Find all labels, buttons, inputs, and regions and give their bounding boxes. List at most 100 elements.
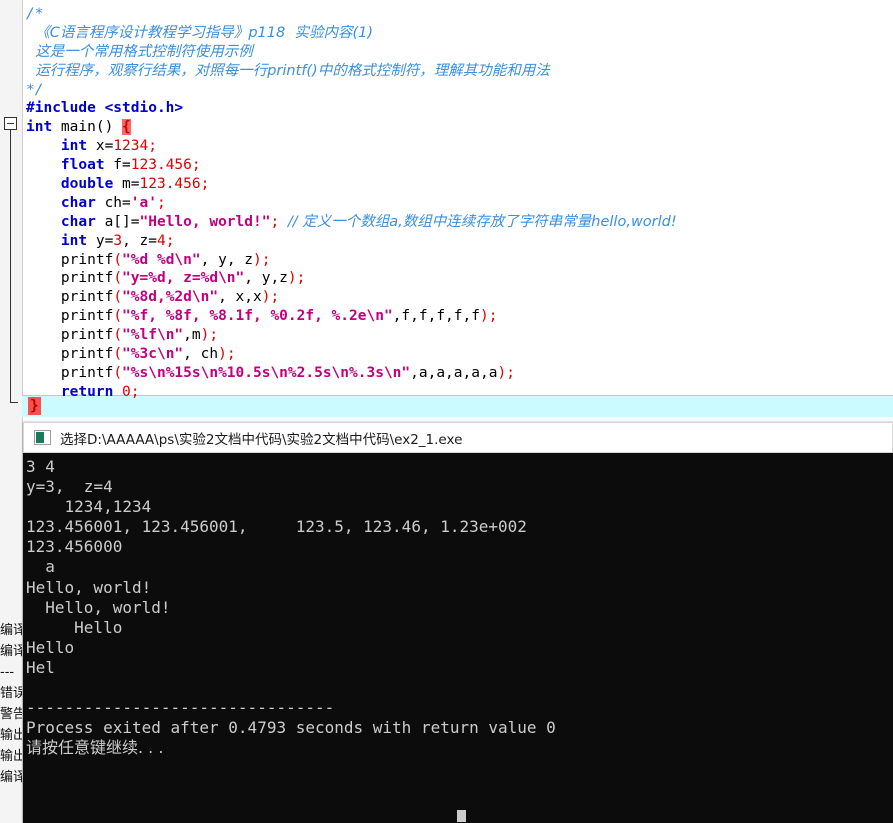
code-token: printf [26, 270, 114, 287]
code-token: ,m [183, 327, 201, 344]
console-titlebar[interactable]: 选择D:\AAAAA\ps\实验2文档中代码\实验2文档中代码\ex2_1.ex… [23, 422, 893, 453]
code-token: m= [113, 176, 140, 193]
fold-guide-foot [10, 402, 18, 403]
code-line: /* [26, 5, 677, 24]
code-line: printf("%d %d\n", y, z); [26, 251, 677, 270]
console-line: Hello [26, 637, 75, 657]
code-token: return [60, 383, 114, 400]
code-token: ) [479, 308, 489, 325]
code-token: ; [226, 346, 236, 363]
console-cursor [457, 810, 466, 822]
code-token: printf [26, 251, 114, 268]
code-token: a[]= [95, 213, 140, 230]
fold-collapse-icon[interactable] [4, 117, 17, 130]
code-token: "%s\n%15s\n%10.5s\n%2.5s\n%.3s\n" [122, 364, 411, 381]
source-code-text[interactable]: /* 《C语言程序设计教程学习指导》p118 实验内容(1) 这是一个常用格式控… [26, 5, 677, 402]
console-line: Hello, world! [26, 577, 152, 597]
code-fold-gutter[interactable] [0, 0, 22, 420]
code-token: ( [113, 251, 123, 268]
code-line: 运行程序，观察行结果，对照每一行printf()中的格式控制符，理解其功能和用法 [26, 62, 677, 81]
code-token: ; [130, 383, 140, 400]
console-title-text: 选择D:\AAAAA\ps\实验2文档中代码\实验2文档中代码\ex2_1.ex… [60, 431, 463, 448]
ide-window: 编译日志编译结果---错误警告输出输出编译 } /* 《C语言程序设计教程学习指… [0, 0, 893, 823]
tool-panel-label: --- [0, 665, 15, 680]
code-line: 《C语言程序设计教程学习指导》p118 实验内容(1) [26, 24, 677, 43]
code-token: ; [209, 327, 219, 344]
code-token: ( [113, 289, 123, 306]
code-token: ) [218, 346, 227, 363]
code-token: , y,z [244, 270, 288, 287]
code-token: ( [113, 327, 123, 344]
code-token: /* [26, 6, 44, 22]
code-token: ; [148, 138, 157, 155]
code-token: ,f,f,f,f,f [392, 308, 480, 325]
code-token: , z= [122, 232, 157, 249]
code-token: y= [87, 232, 114, 249]
code-line: */ [26, 81, 677, 100]
code-token: // 定义一个数组a,数组中连续存放了字符串常量hello,world! [287, 213, 677, 230]
code-token: "y=%d, z=%d\n" [122, 270, 245, 287]
code-line: printf("%f, %8f, %8.1f, %0.2f, %.2e\n",f… [26, 307, 677, 326]
code-token: { [122, 119, 131, 136]
console-window[interactable]: 选择D:\AAAAA\ps\实验2文档中代码\实验2文档中代码\ex2_1.ex… [23, 422, 893, 823]
code-token: 4 [156, 232, 166, 249]
code-token: "%3c\n" [122, 346, 184, 363]
tool-panel-label: 编译结果 [0, 644, 22, 659]
tool-panel-label: 输出 [0, 749, 22, 764]
code-token: x= [87, 138, 114, 155]
code-line: #include <stdio.h> [26, 99, 677, 118]
console-line: 1234,1234 [26, 497, 152, 517]
console-line: 3 4 [26, 457, 55, 476]
code-token: double [60, 176, 114, 193]
console-line: -------------------------------- [26, 698, 335, 718]
code-line: printf("%s\n%15s\n%10.5s\n%2.5s\n%.3s\n"… [26, 364, 677, 383]
code-token: ; [270, 213, 280, 230]
code-token: 运行程序，观察行结果，对照每一行printf()中的格式控制符，理解其功能和用法 [26, 62, 550, 79]
code-token: "Hello, world!" [139, 213, 271, 230]
code-token: ( [113, 308, 123, 325]
code-token: , y, z [200, 251, 254, 268]
console-window-icon [34, 430, 51, 445]
code-token: int [60, 232, 88, 249]
console-line: y=3, z=4 [26, 477, 113, 497]
console-line: Hello [26, 617, 123, 637]
code-token: 《C语言程序设计教程学习指导》p118 实验内容(1) [26, 24, 373, 41]
code-token: , ch [183, 346, 219, 363]
code-line: int x=1234; [26, 137, 677, 156]
code-token: "%f, %8f, %8.1f, %0.2f, %.2e\n" [122, 308, 393, 325]
code-token: float [60, 157, 105, 174]
code-token: ; [165, 232, 175, 249]
code-token: 'a' [130, 194, 157, 211]
code-token: 这是一个常用格式控制符使用示例 [26, 43, 253, 60]
tool-panel-label: 输出 [0, 728, 22, 743]
code-line: char ch='a'; [26, 194, 677, 213]
code-token: 3 [113, 232, 123, 249]
code-token: ,a,a,a,a,a [410, 364, 498, 381]
code-line: int y=3, z=4; [26, 232, 677, 251]
console-line: a [26, 557, 55, 577]
code-token: "%lf\n" [122, 327, 184, 344]
tool-panel-label: 错误 [0, 686, 22, 701]
console-output-area[interactable]: 3 4 y=3, z=4 1234,1234 123.456001, 123.456… [23, 453, 893, 823]
code-token: 0 [122, 383, 131, 400]
code-line: char a[]="Hello, world!"; // 定义一个数组a,数组中… [26, 213, 677, 232]
code-token: printf [26, 346, 114, 363]
tool-panel-label: 编译 [0, 770, 22, 785]
code-token: "%8d,%2d\n" [122, 289, 219, 306]
code-token: printf [26, 364, 114, 381]
fold-guide-line [10, 130, 11, 402]
code-line: return 0; [26, 383, 677, 402]
code-token: ) [253, 251, 262, 268]
code-token: ; [296, 270, 306, 287]
code-token: main() [52, 119, 123, 136]
code-token: int [26, 119, 53, 136]
